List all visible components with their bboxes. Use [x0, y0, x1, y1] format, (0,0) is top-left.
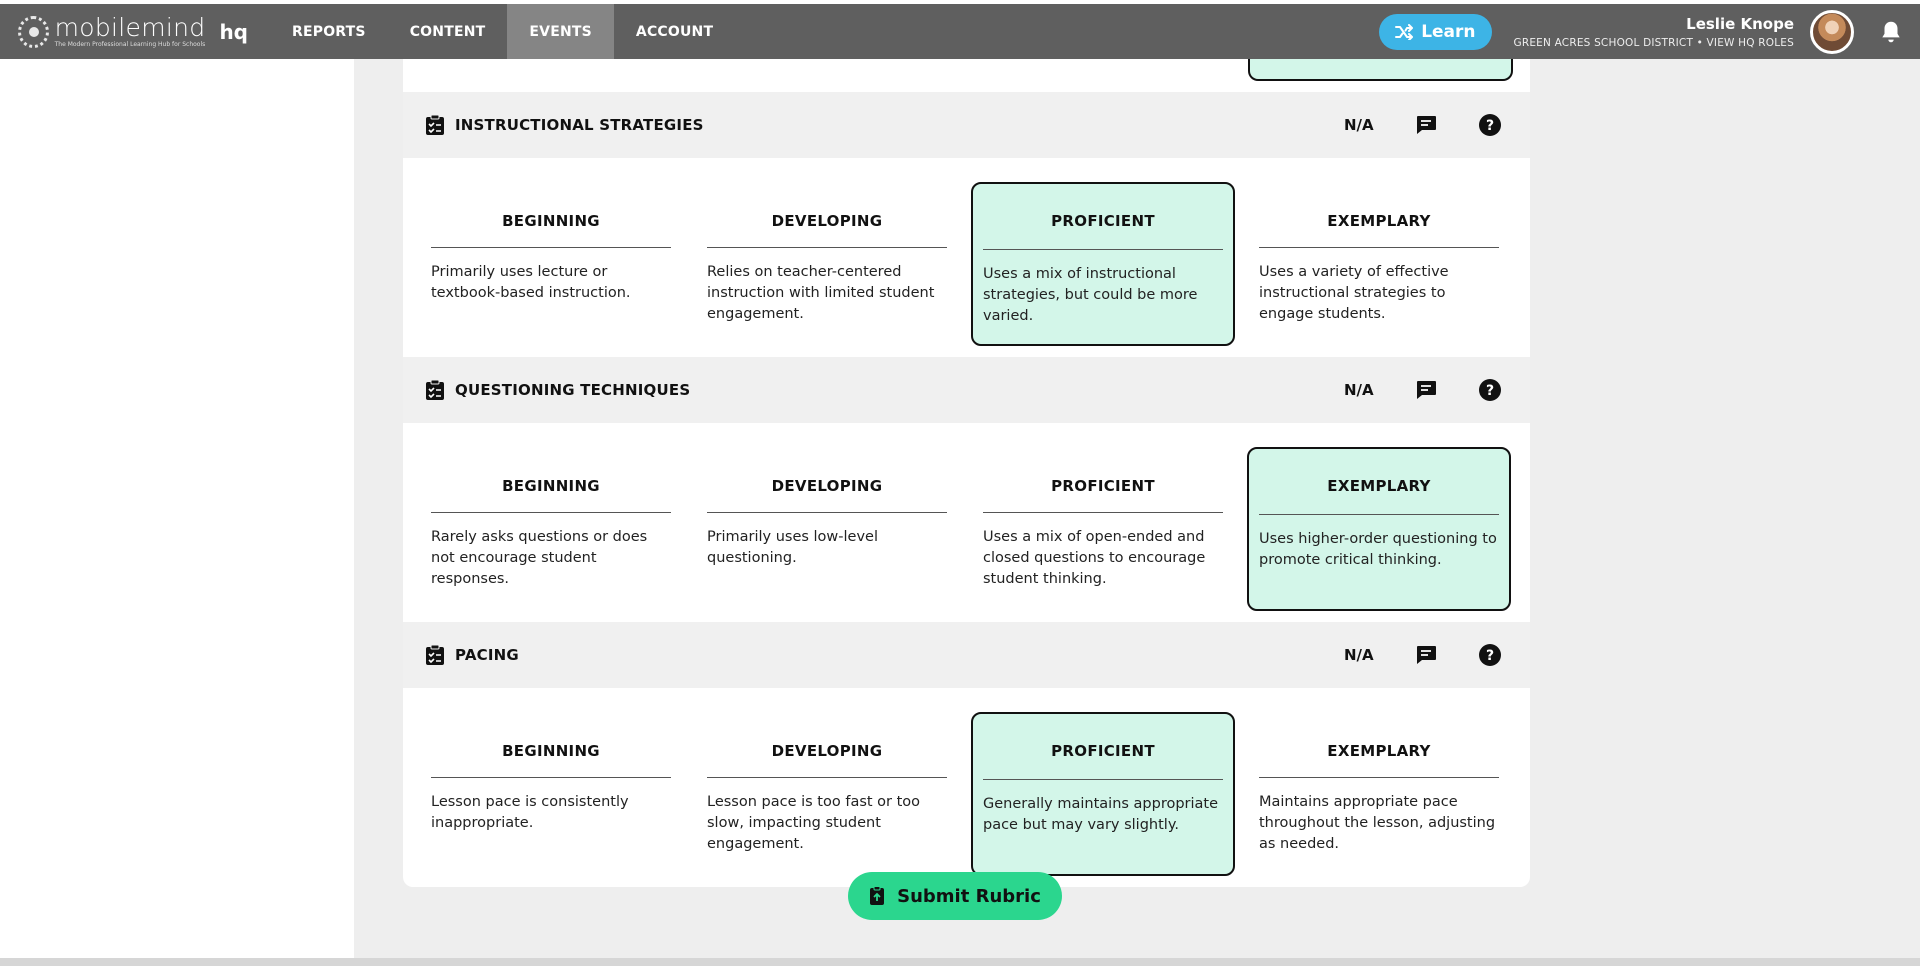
level-description: Lesson pace is too fast or too slow, imp… [707, 794, 921, 852]
svg-text:?: ? [1486, 118, 1494, 134]
logo-name: mobilemind [54, 13, 206, 42]
previous-selected-level[interactable] [1248, 59, 1513, 81]
level-option-beginning[interactable]: BEGINNING Rarely asks questions or does … [419, 447, 683, 611]
level-option-exemplary[interactable]: EXEMPLARY Maintains appropriate pace thr… [1247, 712, 1511, 876]
svg-text:?: ? [1486, 648, 1494, 664]
level-title: PROFICIENT [983, 447, 1223, 513]
level-title: PROFICIENT [983, 714, 1223, 780]
level-title: DEVELOPING [707, 712, 947, 778]
level-title: BEGINNING [431, 447, 671, 513]
criterion-levels-pacing: BEGINNING Lesson pace is consistently in… [403, 712, 1530, 876]
svg-text:?: ? [1486, 383, 1494, 399]
user-info[interactable]: Leslie Knope GREEN ACRES SCHOOL DISTRICT… [1514, 15, 1794, 49]
criterion-header-pacing: PACING N/A ? [403, 622, 1530, 688]
level-description: Uses a mix of instructional strategies, … [983, 266, 1198, 324]
user-name: Leslie Knope [1686, 14, 1794, 33]
app-logo[interactable]: mobilemind The Modern Professional Learn… [18, 15, 248, 48]
user-org[interactable]: GREEN ACRES SCHOOL DISTRICT • VIEW HQ RO… [1514, 37, 1794, 49]
help-icon[interactable]: ? [1478, 643, 1502, 667]
level-option-proficient[interactable]: PROFICIENT Uses a mix of instructional s… [971, 182, 1235, 346]
main-nav: REPORTS CONTENT EVENTS ACCOUNT [270, 4, 735, 59]
left-blank-area [0, 59, 354, 966]
nav-reports[interactable]: REPORTS [270, 4, 388, 59]
level-option-developing[interactable]: DEVELOPING Primarily uses low-level ques… [695, 447, 959, 611]
level-title: EXEMPLARY [1259, 449, 1499, 515]
level-title: PROFICIENT [983, 184, 1223, 250]
nav-account[interactable]: ACCOUNT [614, 4, 735, 59]
window-bottom-edge [0, 958, 1920, 966]
level-option-proficient[interactable]: PROFICIENT Generally maintains appropria… [971, 712, 1235, 876]
level-title: BEGINNING [431, 712, 671, 778]
level-option-exemplary[interactable]: EXEMPLARY Uses higher-order questioning … [1247, 447, 1511, 611]
clipboard-check-icon [426, 379, 444, 400]
level-description: Lesson pace is consistently inappropriat… [431, 794, 629, 831]
criterion-title: QUESTIONING TECHNIQUES [455, 381, 691, 399]
criterion-header-instructional-strategies: INSTRUCTIONAL STRATEGIES N/A ? [403, 92, 1530, 158]
criterion-title: PACING [455, 646, 519, 664]
criterion-header-questioning-techniques: QUESTIONING TECHNIQUES N/A ? [403, 357, 1530, 423]
submit-button-label: Submit Rubric [897, 885, 1041, 907]
level-option-developing[interactable]: DEVELOPING Lesson pace is too fast or to… [695, 712, 959, 876]
level-description: Rarely asks questions or does not encour… [431, 529, 648, 587]
help-icon[interactable]: ? [1478, 378, 1502, 402]
level-title: DEVELOPING [707, 447, 947, 513]
criterion-levels-instructional-strategies: BEGINNING Primarily uses lecture or text… [403, 182, 1530, 346]
clipboard-check-icon [426, 114, 444, 135]
mobilemind-logo-icon [18, 15, 49, 48]
logo-hq: hq [219, 19, 248, 44]
learn-button-label: Learn [1421, 21, 1476, 42]
level-description: Primarily uses lecture or textbook-based… [431, 264, 631, 301]
na-button[interactable]: N/A [1344, 646, 1384, 664]
level-title: EXEMPLARY [1259, 182, 1499, 248]
clipboard-check-icon [426, 644, 444, 665]
level-description: Uses a mix of open-ended and closed ques… [983, 529, 1206, 587]
level-option-developing[interactable]: DEVELOPING Relies on teacher-centered in… [695, 182, 959, 346]
avatar[interactable] [1810, 9, 1854, 54]
level-description: Relies on teacher-centered instruction w… [707, 264, 935, 322]
na-button[interactable]: N/A [1344, 381, 1384, 399]
comment-icon[interactable] [1414, 113, 1438, 137]
level-description: Generally maintains appropriate pace but… [983, 796, 1219, 833]
level-description: Primarily uses low-level questioning. [707, 529, 878, 566]
level-description: Maintains appropriate pace throughout th… [1259, 794, 1496, 852]
nav-events[interactable]: EVENTS [507, 4, 614, 59]
level-title: DEVELOPING [707, 182, 947, 248]
level-option-exemplary[interactable]: EXEMPLARY Uses a variety of effective in… [1247, 182, 1511, 346]
level-option-proficient[interactable]: PROFICIENT Uses a mix of open-ended and … [971, 447, 1235, 611]
shuffle-icon [1395, 23, 1414, 40]
comment-icon[interactable] [1414, 643, 1438, 667]
criterion-levels-questioning-techniques: BEGINNING Rarely asks questions or does … [403, 447, 1530, 611]
level-title: EXEMPLARY [1259, 712, 1499, 778]
comment-icon[interactable] [1414, 378, 1438, 402]
top-nav-bar: mobilemind The Modern Professional Learn… [0, 4, 1920, 59]
learn-button[interactable]: Learn [1379, 13, 1492, 50]
level-option-beginning[interactable]: BEGINNING Primarily uses lecture or text… [419, 182, 683, 346]
nav-content[interactable]: CONTENT [388, 4, 508, 59]
help-icon[interactable]: ? [1478, 113, 1502, 137]
level-option-beginning[interactable]: BEGINNING Lesson pace is consistently in… [419, 712, 683, 876]
level-description: Uses higher-order questioning to promote… [1259, 531, 1497, 568]
level-description: Uses a variety of effective instructiona… [1259, 264, 1449, 322]
level-title: BEGINNING [431, 182, 671, 248]
clipboard-upload-icon [870, 886, 885, 905]
na-button[interactable]: N/A [1344, 116, 1384, 134]
submit-rubric-button[interactable]: Submit Rubric [848, 872, 1062, 920]
logo-tagline: The Modern Professional Learning Hub for… [54, 41, 206, 48]
criterion-title: INSTRUCTIONAL STRATEGIES [455, 116, 704, 134]
bell-icon[interactable] [1878, 19, 1904, 45]
